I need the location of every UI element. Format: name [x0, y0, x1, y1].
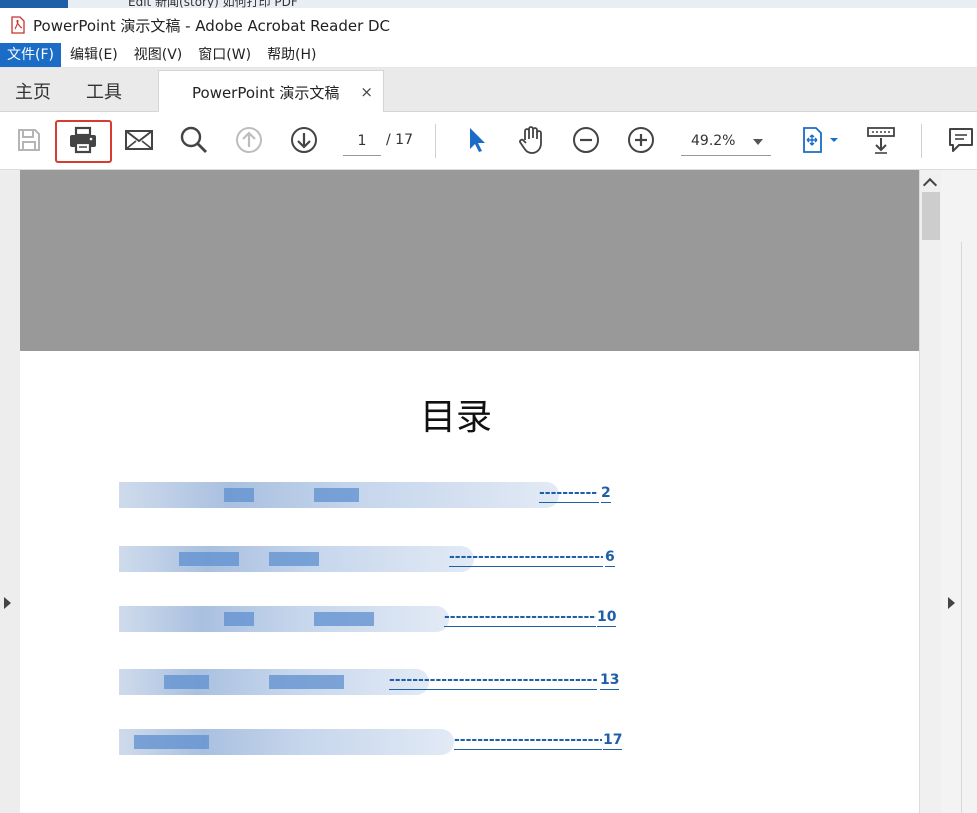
- zoom-dropdown[interactable]: 49.2%: [681, 130, 771, 156]
- redaction-block: [224, 488, 254, 502]
- expand-right-panel-icon[interactable]: [948, 597, 955, 609]
- toc-entry[interactable]: ----------------------------------------…: [119, 669, 620, 695]
- printer-icon: [70, 126, 96, 154]
- redaction-block: [224, 612, 254, 626]
- toc-page-number: 17: [603, 732, 623, 750]
- redaction-block: [179, 552, 239, 566]
- redacted-text: [119, 669, 429, 695]
- toc-entry[interactable]: ---------- 2: [119, 482, 619, 508]
- toc-entry[interactable]: ----------------------------------------…: [119, 606, 619, 632]
- plus-circle-icon: [628, 127, 654, 153]
- top-cutoff-strip: Edit 新闻(story) 如何打印 PDF: [0, 0, 977, 8]
- document-tab-label: PowerPoint 演示文稿: [192, 83, 340, 102]
- comment-icon: [949, 128, 973, 152]
- vertical-scrollbar[interactable]: [919, 170, 941, 813]
- tab-tools[interactable]: 工具: [86, 78, 122, 104]
- redaction-block: [314, 612, 374, 626]
- search-icon: [180, 126, 207, 153]
- expand-left-panel-icon[interactable]: [4, 597, 11, 609]
- cursor-arrow-icon: [470, 128, 485, 152]
- toc-entry[interactable]: ----------------------------------------…: [119, 546, 619, 572]
- hand-tool-button[interactable]: [511, 120, 551, 160]
- top-blue-block: [0, 0, 68, 8]
- partial-browser-tab: Edit 新闻(story) 如何打印 PDF: [128, 0, 298, 8]
- scroll-up-icon[interactable]: [922, 177, 938, 193]
- toc-entry[interactable]: --------------------------------------- …: [119, 729, 629, 755]
- toolbar: 1 / 17 49.2%: [0, 112, 977, 170]
- redaction-block: [164, 675, 209, 689]
- zoom-in-button[interactable]: [621, 120, 661, 160]
- scroll-mode-button[interactable]: [861, 120, 901, 160]
- toc-leader-dots: ----------------------------------------…: [449, 548, 603, 567]
- menu-edit[interactable]: 编辑(E): [63, 43, 125, 67]
- save-icon: [18, 129, 40, 151]
- toc-title: 目录: [419, 397, 492, 438]
- email-button[interactable]: [119, 120, 159, 160]
- arrow-down-circle-icon: [291, 127, 317, 153]
- toc-page-number: 10: [597, 609, 617, 627]
- acrobat-pdf-icon: [11, 16, 25, 34]
- toolbar-divider: [435, 124, 436, 158]
- redaction-block: [314, 488, 359, 502]
- right-panel-edge: [961, 242, 977, 813]
- tab-bar: 主页 工具 PowerPoint 演示文稿 ×: [0, 68, 977, 113]
- menu-bar: 文件(F) 编辑(E) 视图(V) 窗口(W) 帮助(H): [0, 42, 977, 68]
- document-viewport: 目录 ---------- 2 ------------------------…: [0, 170, 977, 813]
- toc-page-number: 2: [601, 485, 611, 503]
- redacted-text: [119, 546, 474, 572]
- comment-button[interactable]: [941, 120, 977, 160]
- search-button[interactable]: [174, 120, 214, 160]
- menu-view[interactable]: 视图(V): [127, 43, 190, 67]
- envelope-icon: [125, 130, 153, 150]
- chevron-down-icon: [753, 139, 763, 145]
- toc-leader-dots: ----------------------------------------: [444, 609, 596, 627]
- redaction-block: [134, 735, 209, 749]
- zoom-out-button[interactable]: [566, 120, 606, 160]
- menu-window[interactable]: 窗口(W): [191, 43, 258, 67]
- toolbar-divider: [921, 124, 922, 158]
- pdf-page[interactable]: 目录 ---------- 2 ------------------------…: [20, 170, 919, 813]
- right-panel-collapsed: [941, 170, 977, 813]
- page-header-banner: [20, 170, 919, 351]
- print-button[interactable]: [63, 120, 103, 160]
- tab-document[interactable]: PowerPoint 演示文稿 ×: [158, 70, 384, 113]
- toc-leader-dots: ----------------------------------------…: [389, 671, 597, 690]
- redacted-text: [119, 482, 559, 508]
- previous-page-button[interactable]: [229, 120, 269, 160]
- toc-leader-dots: ---------------------------------------: [454, 731, 602, 750]
- fit-page-icon: [803, 127, 838, 153]
- page-number-input[interactable]: 1: [343, 130, 381, 156]
- hand-icon: [519, 126, 542, 154]
- menu-help[interactable]: 帮助(H): [260, 43, 323, 67]
- toc-leader-dots: ----------: [539, 485, 599, 503]
- keyboard-scroll-icon: [867, 127, 895, 154]
- redacted-text: [119, 729, 454, 755]
- window-title: PowerPoint 演示文稿 - Adobe Acrobat Reader D…: [33, 16, 391, 35]
- page-total: / 17: [386, 132, 413, 148]
- minus-circle-icon: [573, 127, 599, 153]
- select-tool-button[interactable]: [456, 120, 496, 160]
- close-tab-icon[interactable]: ×: [360, 83, 373, 101]
- arrow-up-circle-icon: [236, 127, 262, 153]
- redaction-block: [269, 552, 319, 566]
- menu-file[interactable]: 文件(F): [0, 42, 61, 67]
- toc-page-number: 13: [600, 672, 620, 690]
- fit-page-button[interactable]: [794, 120, 844, 160]
- scrollbar-thumb[interactable]: [922, 192, 940, 240]
- next-page-button[interactable]: [284, 120, 324, 160]
- tab-home[interactable]: 主页: [15, 78, 51, 104]
- redaction-block: [269, 675, 344, 689]
- redacted-text: [119, 606, 449, 632]
- left-panel-collapsed: [0, 170, 20, 813]
- zoom-value: 49.2%: [691, 133, 736, 149]
- toc-page-number: 6: [605, 549, 615, 567]
- title-bar: PowerPoint 演示文稿 - Adobe Acrobat Reader D…: [0, 8, 977, 42]
- save-button[interactable]: [9, 120, 49, 160]
